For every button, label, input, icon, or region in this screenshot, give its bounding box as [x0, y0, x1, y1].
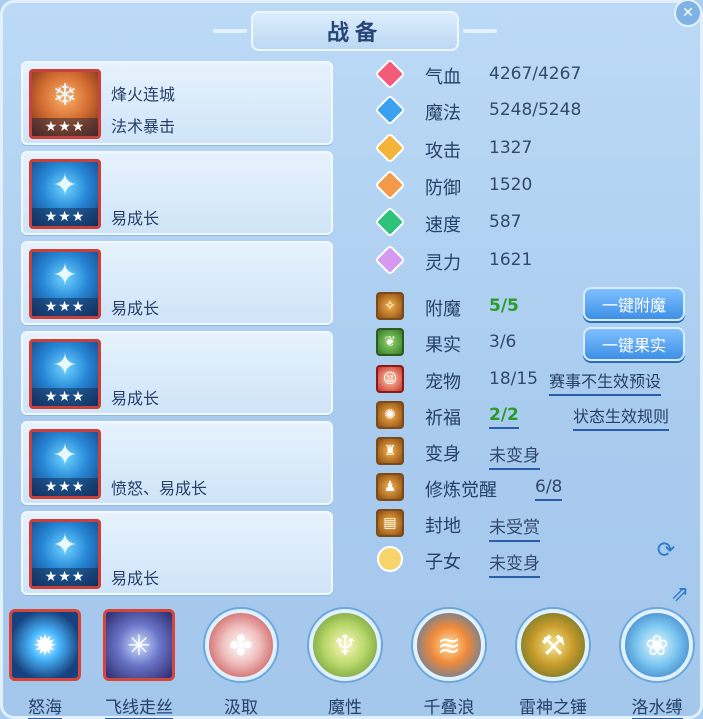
- equipment-card[interactable]: ✦ ★★★ 易成长: [21, 241, 333, 325]
- panel-frame: 战备 ✕ ❄ ★★★ 烽火连城 法术暴击 ✦ ★★★ 易成长 ✦ ★★★ 易成长 ✦ ★…: [0, 0, 703, 719]
- stat-label: 灵力: [425, 253, 461, 274]
- card-desc: 易成长: [111, 299, 160, 318]
- stat-label: 防御: [425, 178, 461, 199]
- skill-slot[interactable]: ✳ 飞线走丝: [97, 603, 181, 719]
- child-icon: [375, 544, 405, 574]
- extra-value[interactable]: 6/8: [535, 477, 563, 501]
- star-rating: ★★★: [32, 568, 98, 586]
- equipment-card[interactable]: ✦ ★★★ 愤怒、易成长: [21, 421, 333, 505]
- panel-title: 战备: [213, 11, 497, 51]
- extra-label: 变身: [425, 444, 461, 465]
- extra-label: 祈福: [425, 408, 461, 429]
- skill-slot[interactable]: ♆ 魔性: [303, 603, 387, 719]
- extra-label: 果实: [425, 335, 461, 356]
- water-spirit-icon: ✦ ★★★: [29, 429, 101, 499]
- speed-icon: [374, 206, 406, 238]
- skill-name: 洛水缚: [631, 698, 683, 719]
- skill-name: 飞线走丝: [105, 698, 173, 719]
- water-spirit-icon: ✦ ★★★: [29, 339, 101, 409]
- wave-icon: ≋: [413, 609, 485, 681]
- hammer-icon: ⚒: [517, 609, 589, 681]
- skill-name: 雷神之锤: [519, 698, 587, 718]
- mana-icon: [374, 94, 406, 126]
- spirit-icon: [374, 244, 406, 276]
- card-desc: 易成长: [111, 569, 160, 588]
- pet-avatar-icon: ☺: [375, 364, 405, 394]
- match-preset-link[interactable]: 赛事不生效预设: [549, 368, 662, 396]
- stat-value: 587: [489, 212, 522, 232]
- extra-value[interactable]: 未受赏: [489, 513, 540, 542]
- skill-slot[interactable]: ✤ 汲取: [199, 603, 283, 719]
- enchant-all-button[interactable]: 一键附魔: [583, 287, 685, 321]
- extra-label: 修炼觉醒: [425, 480, 497, 501]
- sword-icon: [374, 132, 406, 164]
- demon-icon: ♆: [309, 609, 381, 681]
- skill-slot[interactable]: ⚒ 雷神之锤: [511, 603, 595, 719]
- close-icon[interactable]: ✕: [674, 0, 702, 27]
- card-desc: 愤怒、易成长: [111, 479, 208, 498]
- heart-icon: [374, 58, 406, 90]
- stat-label: 气血: [425, 67, 461, 88]
- enchant-icon: ✧: [375, 291, 405, 321]
- extra-value[interactable]: 未变身: [489, 549, 540, 578]
- extra-label: 子女: [425, 552, 461, 573]
- stat-value: 1621: [489, 250, 533, 270]
- equipment-card[interactable]: ✦ ★★★ 易成长: [21, 331, 333, 415]
- card-desc: 法术暴击: [111, 117, 176, 136]
- stat-label: 攻击: [425, 141, 461, 162]
- star-rating: ★★★: [32, 478, 98, 496]
- fruit-all-button[interactable]: 一键果实: [583, 327, 685, 361]
- refresh-icon[interactable]: ⟳: [649, 533, 683, 567]
- card-desc: 易成长: [111, 389, 160, 408]
- extra-value: 18/15: [489, 369, 538, 389]
- stat-value: 4267/4267: [489, 64, 582, 84]
- skill-name: 千叠浪: [423, 698, 475, 718]
- status-rules-link[interactable]: 状态生效规则: [573, 403, 670, 431]
- skill-name: 汲取: [224, 698, 258, 718]
- water-spirit-icon: ✦ ★★★: [29, 159, 101, 229]
- cultivate-icon: ♟: [375, 472, 405, 502]
- star-rating: ★★★: [32, 118, 98, 136]
- transform-icon: ♜: [375, 436, 405, 466]
- popsicle-icon: ❄ ★★★: [29, 69, 101, 139]
- extra-value[interactable]: 未变身: [489, 441, 540, 470]
- skill-bar: ✹ 怒海 ✳ 飞线走丝 ✤ 汲取 ♆ 魔性 ≋ 千叠浪 ⚒ 雷神之锤 ❀ 洛水缚: [3, 603, 703, 719]
- shield-icon: [374, 169, 406, 201]
- skill-slot[interactable]: ❀ 洛水缚: [615, 603, 699, 719]
- star-rating: ★★★: [32, 208, 98, 226]
- star-rating: ★★★: [32, 298, 98, 316]
- equipment-card[interactable]: ✦ ★★★ 易成长: [21, 511, 333, 595]
- skill-slot[interactable]: ✹ 怒海: [3, 603, 87, 719]
- extra-value: 5/5: [489, 296, 519, 316]
- fruit-icon: ❦: [375, 327, 405, 357]
- extra-value: 2/2: [489, 405, 519, 429]
- stat-label: 魔法: [425, 103, 461, 124]
- water-spirit-icon: ✦ ★★★: [29, 519, 101, 589]
- star-rating: ★★★: [32, 388, 98, 406]
- bind-icon: ❀: [621, 609, 693, 681]
- extra-value: 3/6: [489, 332, 517, 352]
- water-spirit-icon: ✦ ★★★: [29, 249, 101, 319]
- card-desc: 易成长: [111, 209, 160, 228]
- web-icon: ✳: [103, 609, 175, 681]
- skill-name: 怒海: [28, 698, 62, 719]
- title-text: 战备: [326, 21, 383, 46]
- skill-slot[interactable]: ≋ 千叠浪: [407, 603, 491, 719]
- extra-label: 附魔: [425, 299, 461, 320]
- blessing-icon: ✺: [375, 400, 405, 430]
- stat-value: 1520: [489, 175, 533, 195]
- absorb-icon: ✤: [205, 609, 277, 681]
- equipment-card[interactable]: ❄ ★★★ 烽火连城 法术暴击: [21, 61, 333, 145]
- extra-label: 宠物: [425, 372, 461, 393]
- skill-name: 魔性: [328, 698, 362, 718]
- stat-value: 5248/5248: [489, 100, 582, 120]
- card-title: 烽火连城: [111, 85, 176, 104]
- extra-label: 封地: [425, 516, 461, 537]
- fief-icon: ▤: [375, 508, 405, 538]
- equipment-card[interactable]: ✦ ★★★ 易成长: [21, 151, 333, 235]
- stat-label: 速度: [425, 215, 461, 236]
- stat-value: 1327: [489, 138, 533, 158]
- orb-icon: ✹: [9, 609, 81, 681]
